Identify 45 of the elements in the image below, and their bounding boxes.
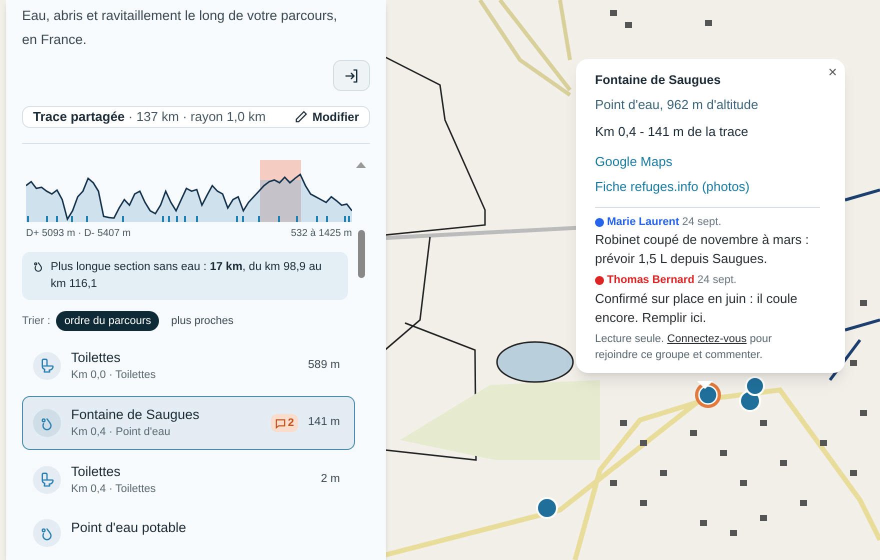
poi-distance: 589 m [308,358,340,374]
poi-subtitle: Km 0,4 · Toilettes [71,482,157,497]
comment-author: Thomas Bernard [607,273,694,288]
login-link[interactable]: Connectez-vous [667,332,747,345]
login-button[interactable] [333,60,370,91]
comment-text: Confirmé sur place en juin : il coule encore. Remplir ici. [595,290,798,327]
edit-button[interactable]: Modifier [294,108,359,126]
poi-title: Toilettes [71,348,122,367]
popup-pointer [697,381,713,389]
altitude-range-text: 532 à 1425 m [290,226,352,240]
comment-icon [274,418,286,428]
popup-link[interactable]: Google Maps [595,152,672,172]
poi-list-item[interactable]: Fontaine de Saugues Km 0,4 · Point d'eau 2 141 m [22,396,355,450]
dry-section-text: Plus longue section sans eau : 17 km, du km 98,9 au km 116,1 [50,260,323,292]
elevation-gain-text: D+ 5093 m · D- 5407 m [26,226,131,240]
poi-title: Toilettes [71,462,122,481]
comment-author: Marie Laurent [607,214,680,230]
sort-label: Trier : [22,314,50,328]
close-button[interactable]: × [828,62,837,84]
trace-summary: Trace partagée · 137 km · rayon 1,0 km [33,108,266,126]
poi-title: Fontaine de Saugues [71,406,200,424]
sort-option[interactable]: ordre du parcours [56,310,160,331]
poi-position-text: Km 0,4 - 141 m de la trace [595,123,750,142]
comment-text: Robinet coupé de novembre à mars : prévoir 1,5 L depuis Saugues. [595,231,810,268]
poi-distance: 141 m [308,415,340,430]
toilet-icon [39,472,55,488]
poi-list-item[interactable]: Toilettes Km 0,4 · Toilettes 2 m [22,453,355,507]
read-only-notice: Lecture seule. Connectez-vous pour rejoindre ce groupe et commenter. [595,332,773,363]
popup-title: Fontaine de Saugues [595,72,722,89]
login-icon [344,68,360,84]
poi-distance: 2 m [320,472,340,488]
poi-list-item[interactable]: Point d'eau potable [22,510,355,560]
intro-text: Eau, abris et ravitaillement le long de votre parcours, en France. [22,7,338,49]
comment-date: 24 sept. [682,214,722,230]
comment-count-badge: 2 [270,414,298,432]
popup-link[interactable]: Fiche refuges.info (photos) [595,177,750,197]
sort-option[interactable]: plus proches [165,310,240,331]
poi-title: Point d'eau potable [71,519,188,537]
toilet-icon [39,358,55,374]
poi-list-item[interactable]: Toilettes Km 0,0 · Toilettes 589 m [22,339,355,393]
poi-type-text: Point d'eau, 962 m d'altitude [595,96,760,114]
pencil-icon [294,110,308,124]
poi-subtitle: Km 0,0 · Toilettes [71,368,157,383]
poi-subtitle: Km 0,4 · Point d'eau [71,424,172,440]
comment-date: 24 sept. [697,273,737,288]
